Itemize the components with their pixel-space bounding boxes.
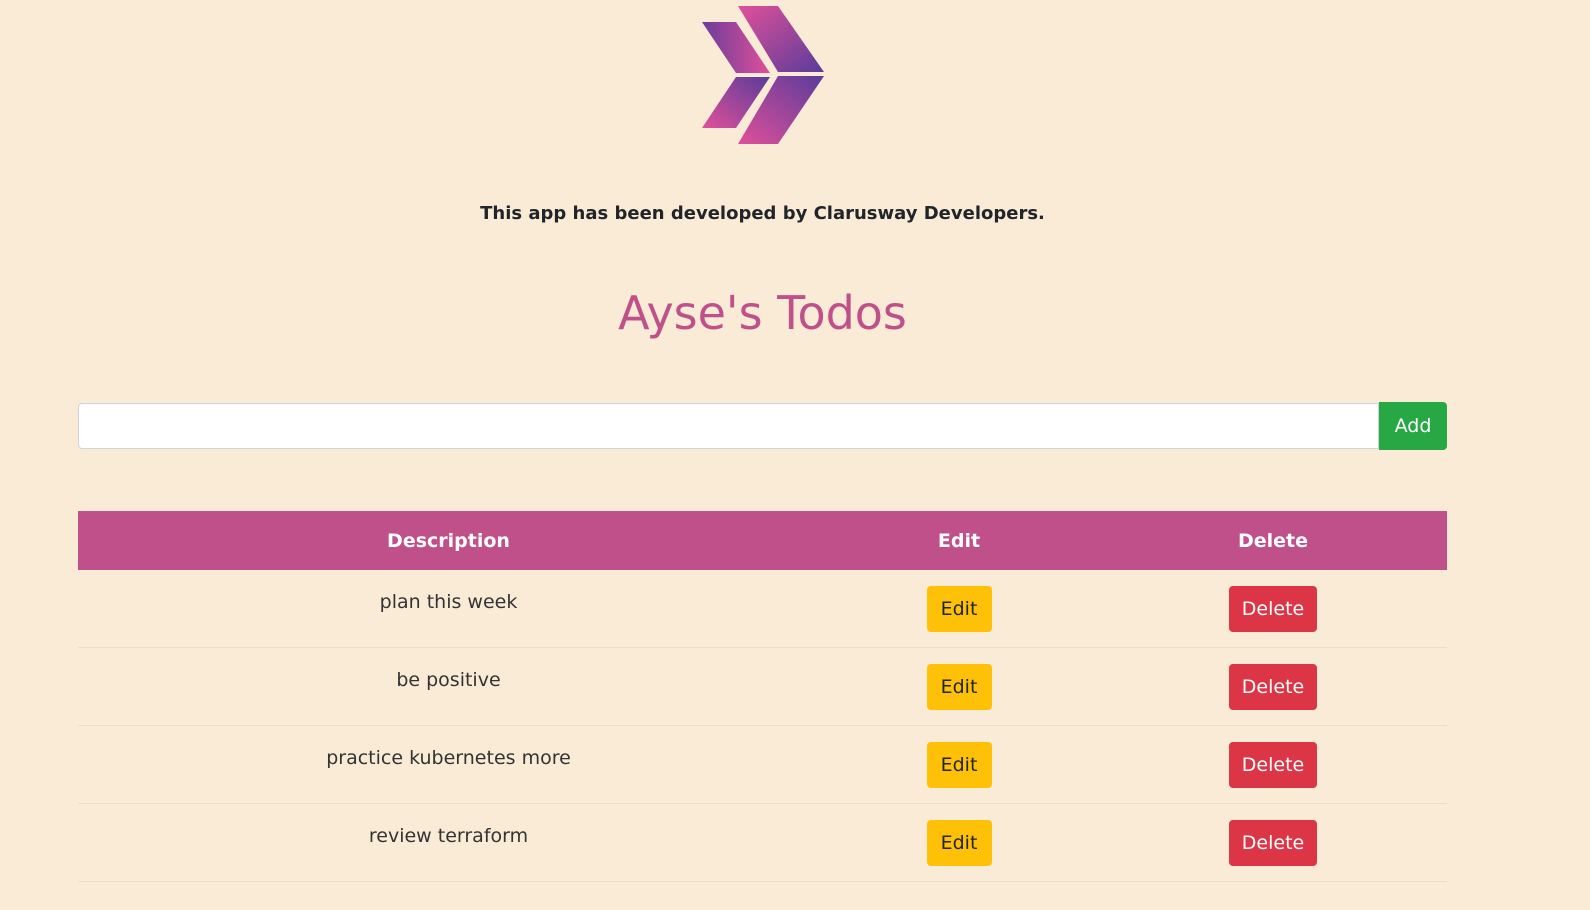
todo-description: review terraform: [78, 803, 819, 882]
header-delete: Delete: [1099, 511, 1447, 570]
edit-button[interactable]: Edit: [926, 741, 992, 788]
edit-cell: Edit: [819, 647, 1099, 726]
todo-description: be positive: [78, 647, 819, 726]
delete-button[interactable]: Delete: [1229, 819, 1317, 866]
page-title: Ayse's Todos: [618, 286, 907, 340]
edit-button[interactable]: Edit: [926, 585, 992, 632]
todo-description: plan this week: [78, 570, 819, 648]
edit-cell: Edit: [819, 570, 1099, 648]
logo: [700, 6, 826, 144]
table-row: review terraform Edit Delete: [78, 803, 1447, 882]
delete-cell: Delete: [1099, 647, 1447, 726]
delete-button[interactable]: Delete: [1229, 741, 1317, 788]
header-description: Description: [78, 511, 819, 570]
todo-description: practice kubernetes more: [78, 725, 819, 804]
todo-table: Description Edit Delete plan this week E…: [78, 511, 1447, 882]
todo-input[interactable]: [78, 403, 1379, 449]
delete-cell: Delete: [1099, 570, 1447, 648]
edit-button[interactable]: Edit: [926, 663, 992, 710]
delete-cell: Delete: [1099, 803, 1447, 882]
delete-button[interactable]: Delete: [1229, 663, 1317, 710]
delete-button[interactable]: Delete: [1229, 585, 1317, 632]
add-todo-form: Add: [78, 402, 1447, 451]
header-edit: Edit: [819, 511, 1099, 570]
table-row: practice kubernetes more Edit Delete: [78, 725, 1447, 804]
table-header: Description Edit Delete: [78, 511, 1447, 570]
developer-credit: This app has been developed by Clarusway…: [480, 203, 1045, 224]
edit-button[interactable]: Edit: [926, 819, 992, 866]
edit-cell: Edit: [819, 803, 1099, 882]
edit-cell: Edit: [819, 725, 1099, 804]
chevron-double-right-icon: [702, 6, 824, 144]
delete-cell: Delete: [1099, 725, 1447, 804]
table-row: be positive Edit Delete: [78, 647, 1447, 726]
table-row: plan this week Edit Delete: [78, 570, 1447, 648]
add-button[interactable]: Add: [1379, 402, 1447, 450]
